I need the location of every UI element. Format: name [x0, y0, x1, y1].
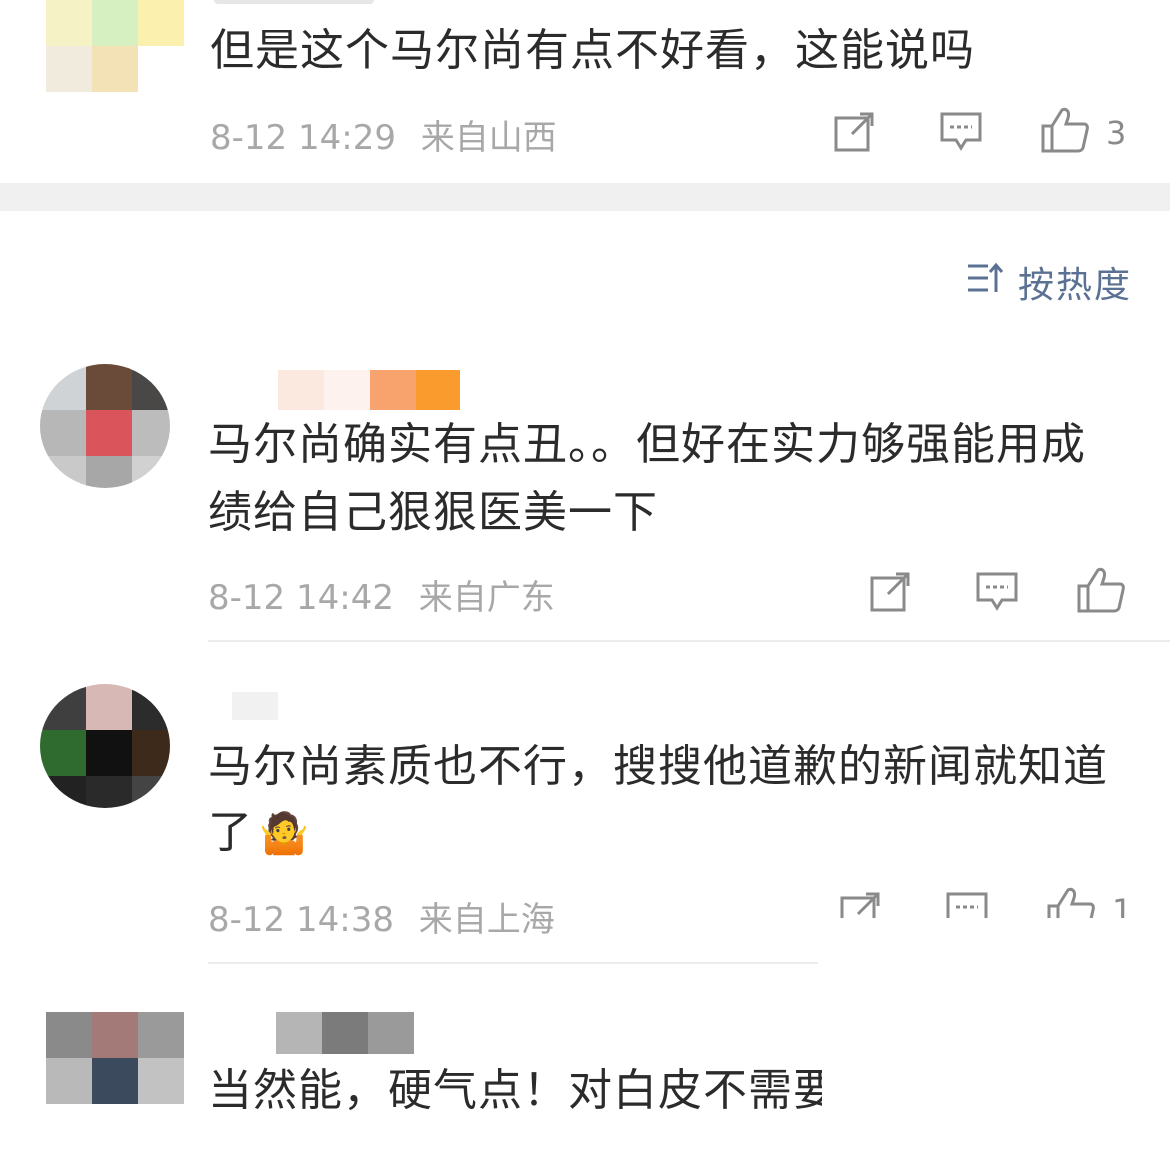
comment-divider — [208, 640, 1170, 642]
comment-time: 8-12 14:38 — [208, 900, 394, 940]
comment-location: 来自广东 — [418, 578, 555, 618]
shrug-emoji-icon: 🤷 — [259, 811, 310, 857]
comment-text: 但是这个马尔尚有点不好看，这能说吗 — [210, 25, 975, 76]
comment-text-line-2: 了 🤷 — [208, 800, 310, 867]
comment-text: 当然能，硬气点！对白皮不需要 — [208, 1058, 822, 1124]
comment-text-line-2: 绩给自己狠狠医美一下 — [208, 487, 658, 538]
section-separator — [0, 183, 1170, 211]
sort-icon — [966, 260, 1006, 296]
comment-icon[interactable] — [940, 112, 982, 152]
comment-time: 8-12 14:42 — [208, 578, 394, 618]
share-icon[interactable] — [840, 892, 882, 918]
comment-location: 来自上海 — [418, 900, 555, 940]
username-blurred[interactable] — [276, 1012, 414, 1054]
avatar-1[interactable] — [46, 0, 186, 92]
username-blurred[interactable] — [278, 370, 460, 410]
like-count: 3 — [1106, 114, 1127, 152]
username-blurred[interactable] — [214, 0, 374, 4]
comment-text-end: 了 — [208, 807, 253, 858]
username-blurred[interactable] — [232, 692, 278, 720]
comment-meta: 8-12 14:38 来自上海 — [208, 892, 555, 941]
comment-icon[interactable] — [946, 892, 988, 918]
comment-icon[interactable] — [976, 572, 1018, 612]
avatar-3[interactable] — [40, 684, 170, 808]
comment-text-line-1: 马尔尚素质也不行，搜搜他道歉的新闻就知道 — [208, 741, 1108, 792]
comment-time: 8-12 14:29 — [210, 118, 396, 158]
comment-item-3: 马尔尚素质也不行，搜搜他道歉的新闻就知道 了 🤷 8-12 14:38 来自上海 … — [0, 670, 1170, 962]
comment-item-4: 当然能，硬气点！对白皮不需要 — [0, 1000, 1170, 1151]
comment-item-1: 但是这个马尔尚有点不好看，这能说吗 8-12 14:29 来自山西 3 — [0, 0, 1170, 183]
avatar-2[interactable] — [40, 364, 170, 488]
thumb-up-icon[interactable] — [1040, 106, 1090, 154]
sort-by-hot-button[interactable]: 按热度 — [966, 256, 1136, 306]
comment-item-2: 马尔尚确实有点丑。。但好在实力够强能用成 绩给自己狠狠医美一下 8-12 14:… — [0, 350, 1170, 642]
comment-divider — [208, 962, 818, 964]
comment-meta: 8-12 14:42 来自广东 — [208, 570, 555, 619]
thumb-up-icon[interactable] — [1076, 566, 1126, 614]
sort-label: 按热度 — [1018, 265, 1133, 306]
comment-meta: 8-12 14:29 来自山西 — [210, 110, 557, 159]
share-icon[interactable] — [870, 572, 912, 612]
like-count: 1 — [1112, 892, 1133, 918]
comment-text-content: 当然能，硬气点！对白皮不需要 — [208, 1065, 822, 1116]
thumb-up-icon[interactable] — [1046, 886, 1096, 918]
comment-location: 来自山西 — [420, 118, 557, 158]
avatar-4[interactable] — [46, 1012, 184, 1104]
comment-text-line-1: 马尔尚确实有点丑。。但好在实力够强能用成 — [208, 419, 1086, 470]
share-icon[interactable] — [834, 112, 876, 152]
